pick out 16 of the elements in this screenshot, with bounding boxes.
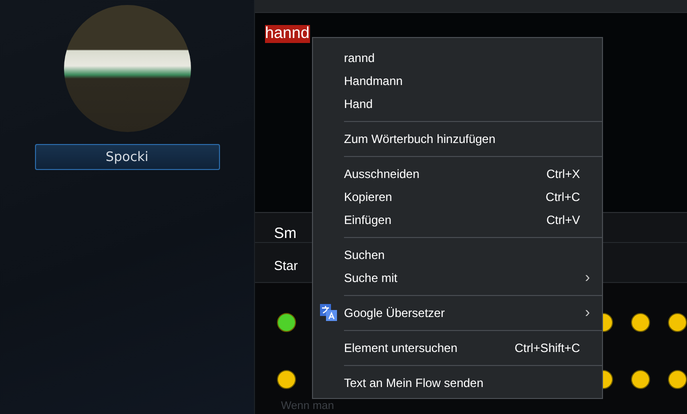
menu-item[interactable]: Suche mit › xyxy=(313,266,602,289)
menu-item[interactable]: Text an Mein Flow senden xyxy=(313,371,602,394)
profile-name-button[interactable]: Spocki xyxy=(34,144,220,170)
misspelled-word: hannd xyxy=(265,25,310,43)
menu-item[interactable]: rannd xyxy=(313,46,602,69)
footer-text: Wenn man xyxy=(255,400,687,414)
menu-item[interactable]: Zum Wörterbuch hinzufügen xyxy=(313,127,602,150)
menu-item[interactable]: Kopieren Ctrl+C xyxy=(313,185,602,208)
menu-item[interactable]: Google Übersetzer › xyxy=(313,301,602,324)
translate-icon xyxy=(320,304,337,321)
menu-item[interactable]: Suchen xyxy=(313,243,602,266)
menu-item[interactable]: Ausschneiden Ctrl+X xyxy=(313,162,602,185)
menu-item[interactable]: Handmann xyxy=(313,69,602,92)
menu-item[interactable]: Element untersuchen Ctrl+Shift+C xyxy=(313,336,602,359)
panel-tab[interactable]: Star xyxy=(274,258,298,273)
menu-item[interactable]: Hand xyxy=(313,92,602,115)
